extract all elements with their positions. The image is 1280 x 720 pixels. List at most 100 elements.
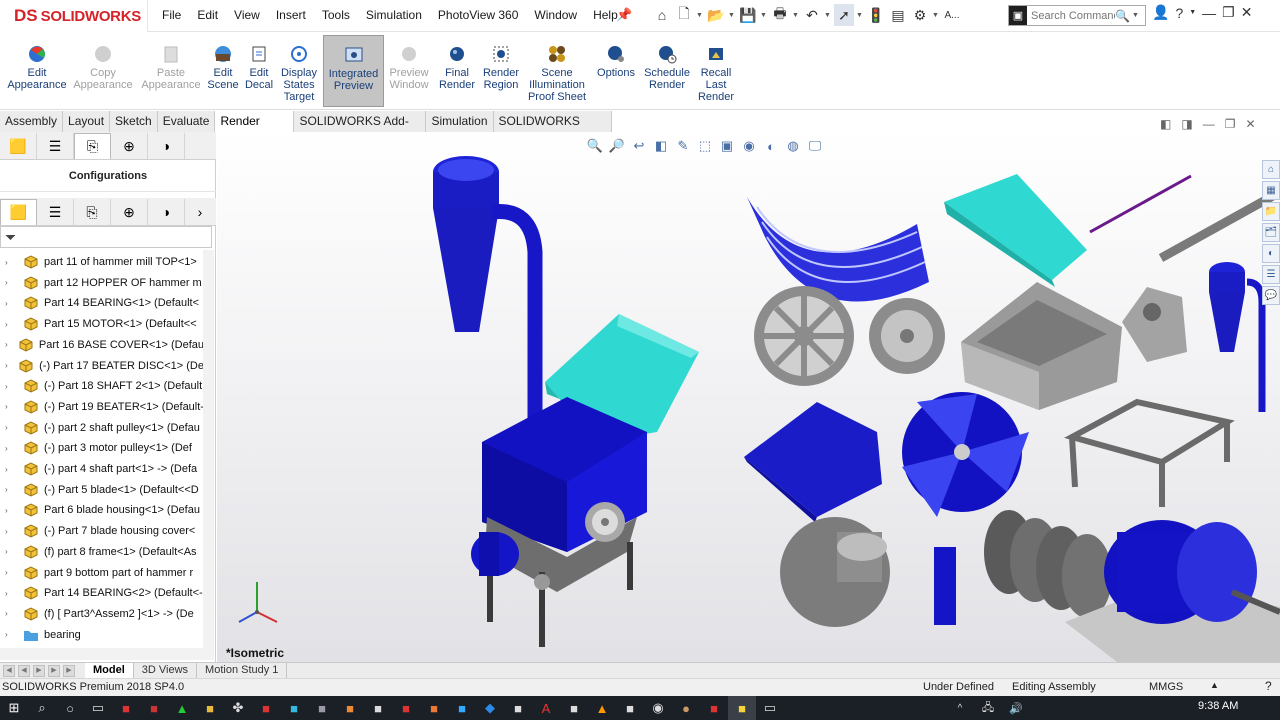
expand-arrow-icon[interactable]: ›: [5, 361, 10, 370]
tile-left-icon[interactable]: ◧: [1160, 117, 1171, 131]
taskbar-app-22-icon[interactable]: ■: [700, 696, 728, 720]
feature-tree-item[interactable]: › (f) part 8 frame<1> (Default<As: [0, 542, 204, 562]
feature-tree-item[interactable]: › (-) part 4 shaft part<1> -> (Defa: [0, 459, 204, 479]
feature-tree-item[interactable]: › part 12 HOPPER OF hammer m: [0, 273, 204, 293]
taskbar-app-10-icon[interactable]: ■: [364, 696, 392, 720]
taskbar-app-16-icon[interactable]: A: [532, 696, 560, 720]
task-pane-design-library-icon[interactable]: 📁: [1262, 202, 1280, 221]
preview-window-button[interactable]: Preview Window: [388, 35, 430, 107]
taskbar-app-21-icon[interactable]: ●: [672, 696, 700, 720]
panel-expand-icon[interactable]: ›: [185, 199, 215, 225]
feature-tree-item[interactable]: › (-) part 2 shaft pulley<1> (Defau: [0, 418, 204, 438]
taskbar-clock[interactable]: 9:38 AM: [1198, 700, 1238, 712]
apply-scene-icon[interactable]: ◍: [784, 138, 802, 154]
expand-arrow-icon[interactable]: ›: [5, 258, 15, 267]
taskbar-app-8-icon[interactable]: ■: [308, 696, 336, 720]
hide-show-items-icon[interactable]: ◉: [740, 138, 758, 154]
taskbar-cortana-icon[interactable]: ○: [56, 696, 84, 720]
task-pane-appearances-icon[interactable]: ◐: [1262, 244, 1280, 263]
menu-help[interactable]: Help: [593, 8, 618, 22]
expand-arrow-icon[interactable]: ›: [5, 527, 15, 536]
menu-insert[interactable]: Insert: [276, 8, 306, 22]
expand-arrow-icon[interactable]: ›: [5, 320, 15, 329]
expand-arrow-icon[interactable]: ›: [5, 589, 15, 598]
taskbar-app-24-icon[interactable]: ▭: [756, 696, 784, 720]
minimize-icon[interactable]: —: [1202, 5, 1216, 21]
scroll-tab-nav[interactable]: ▶: [63, 664, 75, 677]
taskbar-app-7-icon[interactable]: ■: [280, 696, 308, 720]
tab-evaluate[interactable]: Evaluate: [158, 111, 216, 132]
first-tab-nav[interactable]: ◀: [3, 664, 15, 677]
feature-tree-item[interactable]: › (-) part 3 motor pulley<1> (Def: [0, 438, 204, 458]
final-render-button[interactable]: Final Render: [436, 35, 478, 107]
schedule-render-button[interactable]: Schedule Render: [642, 35, 692, 107]
feature-tree-item[interactable]: › (-) Part 18 SHAFT 2<1> (Default: [0, 376, 204, 396]
tray-expand-icon[interactable]: ^: [946, 696, 974, 720]
feature-tree-item[interactable]: › part 9 bottom part of hammer r: [0, 563, 204, 583]
task-pane-resources-icon[interactable]: ▦: [1262, 181, 1280, 200]
taskbar-app-6-icon[interactable]: ■: [252, 696, 280, 720]
status-help-icon[interactable]: ?: [1265, 679, 1272, 693]
configuration-manager-tab2-icon[interactable]: ⎘: [74, 199, 111, 225]
feature-tree-item[interactable]: › Part 14 BEARING<2> (Default<-: [0, 583, 204, 603]
menu-tools[interactable]: Tools: [322, 8, 350, 22]
task-view-icon[interactable]: ▭: [84, 696, 112, 720]
tab-solidworks-mbd[interactable]: SOLIDWORKS MBD: [494, 111, 612, 148]
expand-arrow-icon[interactable]: ›: [5, 423, 15, 432]
tab-assembly[interactable]: Assembly: [0, 111, 64, 132]
taskbar-search-icon[interactable]: ⌕: [28, 696, 56, 720]
taskbar-app-9-icon[interactable]: ■: [336, 696, 364, 720]
feature-tree-item[interactable]: › bearing: [0, 625, 204, 645]
tab-layout[interactable]: Layout: [63, 111, 111, 132]
expand-arrow-icon[interactable]: ›: [5, 547, 15, 556]
task-pane-file-explorer-icon[interactable]: 🗂: [1262, 223, 1280, 242]
display-manager-tab-icon[interactable]: ◑: [148, 133, 185, 159]
task-pane-forum-icon[interactable]: 💬: [1262, 286, 1280, 305]
options-gear-icon[interactable]: ⚙: [910, 4, 930, 26]
search-scope-icon[interactable]: ▣: [1009, 6, 1027, 25]
taskbar-app-12-icon[interactable]: ■: [420, 696, 448, 720]
rebuild-icon[interactable]: 🚦: [866, 4, 886, 26]
scene-illumination-proof-sheet-button[interactable]: Scene Illumination Proof Sheet: [526, 35, 588, 107]
edit-decal-button[interactable]: Edit Decal: [243, 35, 275, 107]
tab-sketch[interactable]: Sketch: [110, 111, 158, 132]
zoom-to-fit-icon[interactable]: 🔍: [586, 138, 604, 154]
task-pane-custom-properties-icon[interactable]: ☰: [1262, 265, 1280, 284]
prev-tab-nav[interactable]: ◀: [18, 664, 30, 677]
save-icon[interactable]: 💾: [738, 4, 758, 26]
expand-arrow-icon[interactable]: ›: [5, 609, 15, 618]
display-manager-tab2-icon[interactable]: ◑: [148, 199, 185, 225]
expand-arrow-icon[interactable]: ›: [5, 568, 15, 577]
taskbar-app-13-icon[interactable]: ■: [448, 696, 476, 720]
help-icon[interactable]: ?: [1175, 5, 1183, 21]
menu-view[interactable]: View: [234, 8, 260, 22]
status-units[interactable]: MMGS: [1149, 681, 1183, 693]
section-view-icon[interactable]: ◧: [652, 138, 670, 154]
property-manager-tab-icon[interactable]: ☰: [37, 133, 74, 159]
new-document-icon[interactable]: 🗋: [674, 4, 694, 26]
tile-right-icon[interactable]: ◨: [1181, 117, 1192, 131]
taskbar-vscode-icon[interactable]: ◆: [476, 696, 504, 720]
windows-start-icon[interactable]: ⊞: [0, 696, 28, 720]
restore-icon[interactable]: ❐: [1222, 4, 1235, 21]
pin-icon[interactable]: 📌: [616, 7, 632, 23]
feature-manager-tab-icon[interactable]: 🟨: [0, 133, 37, 159]
feature-tree-item[interactable]: › Part 6 blade housing<1> (Defau: [0, 500, 204, 520]
tab-motion-study[interactable]: Motion Study 1: [197, 662, 288, 679]
tab-solidworks-addins[interactable]: SOLIDWORKS Add-Ins: [294, 111, 427, 148]
task-pane-home-icon[interactable]: ⌂: [1262, 160, 1280, 179]
previous-view-icon[interactable]: ↩: [630, 138, 648, 154]
tray-volume-icon[interactable]: 🔊: [1002, 696, 1030, 720]
search-dropdown-icon[interactable]: ▼: [1132, 12, 1139, 19]
copy-appearance-button[interactable]: Copy Appearance: [72, 35, 134, 107]
tab-3d-views[interactable]: 3D Views: [134, 662, 198, 679]
next-tab-nav[interactable]: ▶: [33, 664, 45, 677]
expand-arrow-icon[interactable]: ›: [5, 444, 15, 453]
taskbar-app-11-icon[interactable]: ■: [392, 696, 420, 720]
display-style-icon[interactable]: ▣: [718, 138, 736, 154]
tab-model[interactable]: Model: [85, 662, 134, 679]
select-icon[interactable]: ➚: [834, 4, 854, 26]
expand-arrow-icon[interactable]: ›: [5, 506, 15, 515]
view-settings-icon[interactable]: 🖵: [806, 138, 824, 154]
expand-arrow-icon[interactable]: ›: [5, 299, 15, 308]
